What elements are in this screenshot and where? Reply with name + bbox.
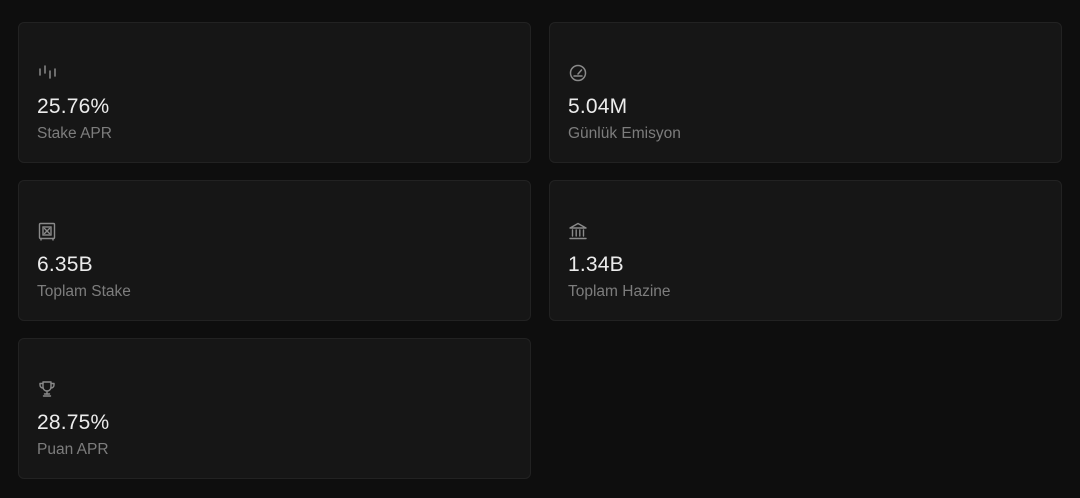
- stat-card-points-apr: 28.75% Puan APR: [18, 338, 531, 479]
- stat-label: Toplam Hazine: [568, 283, 671, 300]
- stat-label: Puan APR: [37, 441, 109, 458]
- stat-card-daily-emission: 5.04M Günlük Emisyon: [549, 22, 1062, 163]
- stat-card-stake-apr: 25.76% Stake APR: [18, 22, 531, 163]
- stat-value: 28.75%: [37, 411, 110, 434]
- stat-value: 5.04M: [568, 95, 628, 118]
- trophy-icon: [37, 379, 57, 399]
- bank-icon: [568, 221, 588, 241]
- gauge-icon: [568, 63, 588, 83]
- stat-value: 1.34B: [568, 253, 624, 276]
- stat-card-total-treasury: 1.34B Toplam Hazine: [549, 180, 1062, 321]
- stat-value: 25.76%: [37, 95, 110, 118]
- stat-label: Toplam Stake: [37, 283, 131, 300]
- stat-value: 6.35B: [37, 253, 93, 276]
- vault-icon: [37, 221, 57, 241]
- stat-label: Stake APR: [37, 125, 112, 142]
- stats-grid: 25.76% Stake APR 5.04M Günlük Emisyon 6.…: [18, 22, 1062, 479]
- stat-card-total-stake: 6.35B Toplam Stake: [18, 180, 531, 321]
- stat-label: Günlük Emisyon: [568, 125, 681, 142]
- bar-chart-icon: [37, 63, 57, 83]
